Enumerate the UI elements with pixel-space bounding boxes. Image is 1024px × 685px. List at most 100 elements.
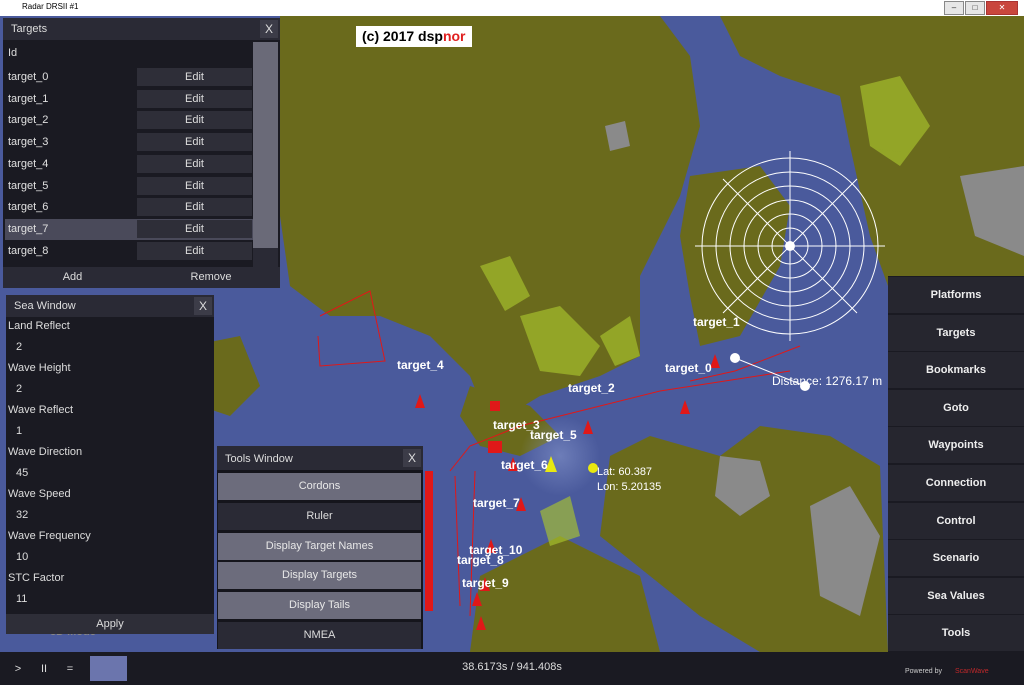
sea-field-label: Wave Height bbox=[8, 362, 71, 374]
sea-field-value[interactable]: 45 bbox=[16, 467, 28, 479]
target-row[interactable]: target_5 Edit bbox=[5, 176, 253, 197]
target-label: target_7 bbox=[473, 496, 520, 510]
target-name: target_7 bbox=[8, 222, 49, 235]
target-name: target_3 bbox=[8, 136, 49, 149]
minimize-button[interactable]: – bbox=[944, 1, 964, 15]
target-label: target_9 bbox=[462, 576, 509, 590]
target-name: target_2 bbox=[8, 114, 49, 127]
target-label: target_5 bbox=[530, 428, 577, 442]
tool-button-display-targets[interactable]: Display Targets bbox=[218, 562, 421, 590]
close-window-button[interactable]: ✕ bbox=[986, 1, 1018, 15]
range-center bbox=[785, 241, 795, 251]
target-row[interactable]: target_1 Edit bbox=[5, 89, 253, 110]
edit-target-button[interactable]: Edit bbox=[137, 111, 252, 130]
target-label: target_1 bbox=[693, 315, 740, 329]
edit-target-button[interactable]: Edit bbox=[137, 198, 252, 217]
sea-field-value[interactable]: 11 bbox=[16, 593, 27, 605]
target-row[interactable]: target_6 Edit bbox=[5, 197, 253, 218]
sea-field-label: Wave Reflect bbox=[8, 404, 74, 416]
target-row[interactable]: target_2 Edit bbox=[5, 110, 253, 131]
target-name: target_1 bbox=[8, 92, 49, 105]
sea-field-value[interactable]: 2 bbox=[16, 341, 22, 353]
id-column-header: Id bbox=[8, 47, 18, 59]
sea-window-header[interactable]: Sea Window X bbox=[6, 295, 214, 317]
target-label: target_2 bbox=[568, 381, 615, 395]
menu-item-bookmarks[interactable]: Bookmarks bbox=[888, 352, 1024, 389]
tool-button-cordons[interactable]: Cordons bbox=[218, 473, 421, 500]
brand-logo: ScanWave bbox=[955, 668, 989, 675]
targets-scrollbar[interactable] bbox=[253, 42, 278, 278]
menu-item-control[interactable]: Control bbox=[888, 502, 1024, 539]
maximize-button[interactable]: □ bbox=[965, 1, 985, 15]
edit-target-button[interactable]: Edit bbox=[137, 219, 252, 238]
menu-item-connection[interactable]: Connection bbox=[888, 465, 1024, 501]
sea-window: Sea Window X Land Reflect 2 Wave Height 2 Wa… bbox=[6, 295, 214, 634]
remove-target-button[interactable]: Remove bbox=[142, 267, 280, 288]
add-target-button[interactable]: Add bbox=[3, 267, 142, 288]
menu-item-targets[interactable]: Targets bbox=[888, 314, 1024, 351]
tools-window-header[interactable]: Tools Window X bbox=[217, 446, 423, 470]
menu-item-scenario[interactable]: Scenario bbox=[888, 540, 1024, 577]
target-name: target_4 bbox=[8, 157, 49, 170]
menu-item-waypoints[interactable]: Waypoints bbox=[888, 427, 1024, 464]
edit-target-button[interactable]: Edit bbox=[137, 176, 252, 195]
tool-button-display-target-names[interactable]: Display Target Names bbox=[218, 532, 421, 560]
target-label: target_4 bbox=[397, 358, 444, 372]
target-row[interactable]: target_4 Edit bbox=[5, 154, 253, 175]
sea-window-title: Sea Window bbox=[14, 300, 76, 312]
sea-field-value[interactable]: 10 bbox=[16, 551, 28, 563]
window-title: Radar DRSII #1 bbox=[22, 2, 79, 11]
target-row[interactable]: target_7 Edit bbox=[5, 218, 253, 240]
targets-window: Targets X Id target_0 Edit target_1 Edit tar… bbox=[3, 18, 280, 288]
menu-item-platforms[interactable]: Platforms bbox=[888, 277, 1024, 313]
apply-button[interactable]: Apply bbox=[6, 614, 214, 634]
menu-item-goto[interactable]: Goto bbox=[888, 389, 1024, 426]
target-label: target_6 bbox=[501, 458, 548, 472]
sea-field-label: Wave Direction bbox=[8, 446, 83, 458]
longitude-readout: Lon: 5.20135 bbox=[597, 481, 662, 493]
latitude-readout: Lat: 60.387 bbox=[597, 466, 653, 478]
edit-target-button[interactable]: Edit bbox=[137, 68, 252, 86]
edit-target-button[interactable]: Edit bbox=[137, 154, 252, 173]
sea-field-label: Land Reflect bbox=[8, 320, 70, 332]
target-row[interactable]: target_0 Edit bbox=[5, 67, 253, 88]
targets-scroll-thumb[interactable] bbox=[253, 42, 278, 248]
distance-readout: Distance: 1276.17 m bbox=[772, 374, 883, 388]
tool-button-nmea[interactable]: NMEA bbox=[218, 622, 421, 649]
menu-item-tools[interactable]: Tools bbox=[888, 615, 1024, 652]
menu-item-sea-values[interactable]: Sea Values bbox=[888, 577, 1024, 614]
playback-bar: > II = 38.6173s / 941.408s Powered by Sc… bbox=[0, 652, 1024, 685]
sea-field-label: Wave Frequency bbox=[8, 530, 91, 542]
target-label: target_10 bbox=[469, 543, 523, 557]
sea-field-value[interactable]: 2 bbox=[16, 383, 22, 395]
playback-time: 38.6173s / 941.408s bbox=[462, 661, 562, 673]
tools-close-button[interactable]: X bbox=[403, 449, 421, 467]
tools-window: Tools Window X Cordons Ruler Display Targe… bbox=[217, 446, 423, 649]
target-row[interactable]: target_8 Edit bbox=[5, 241, 253, 262]
target-name: target_6 bbox=[8, 201, 49, 214]
target-name: target_8 bbox=[8, 244, 49, 257]
target-name: target_0 bbox=[8, 71, 49, 83]
targets-window-title: Targets bbox=[11, 23, 48, 35]
targets-window-header[interactable]: Targets X bbox=[3, 18, 280, 40]
sea-field-value[interactable]: 1 bbox=[16, 425, 22, 437]
targets-close-button[interactable]: X bbox=[260, 20, 278, 38]
copyright-banner: (c) 2017 dspnor bbox=[356, 26, 472, 47]
window-titlebar: Radar DRSII #1 – □ ✕ bbox=[0, 0, 1024, 17]
edit-target-button[interactable]: Edit bbox=[137, 133, 252, 152]
measure-start-point[interactable] bbox=[730, 353, 740, 363]
sea-field-label: STC Factor bbox=[8, 572, 65, 584]
sea-close-button[interactable]: X bbox=[194, 297, 212, 315]
sea-field-label: Wave Speed bbox=[8, 488, 71, 500]
right-menu: Platforms Targets Bookmarks Goto Waypoints Co… bbox=[888, 276, 1024, 652]
edit-target-button[interactable]: Edit bbox=[137, 89, 252, 108]
target-row[interactable]: target_3 Edit bbox=[5, 132, 253, 153]
target-label: target_0 bbox=[665, 361, 712, 375]
target-name: target_5 bbox=[8, 179, 49, 192]
tools-window-title: Tools Window bbox=[225, 453, 293, 465]
powered-by-text: Powered by bbox=[905, 668, 942, 675]
sea-field-value[interactable]: 32 bbox=[16, 509, 28, 521]
tool-button-display-tails[interactable]: Display Tails bbox=[218, 592, 421, 620]
tool-button-ruler[interactable]: Ruler bbox=[218, 502, 421, 530]
edit-target-button[interactable]: Edit bbox=[137, 241, 252, 260]
